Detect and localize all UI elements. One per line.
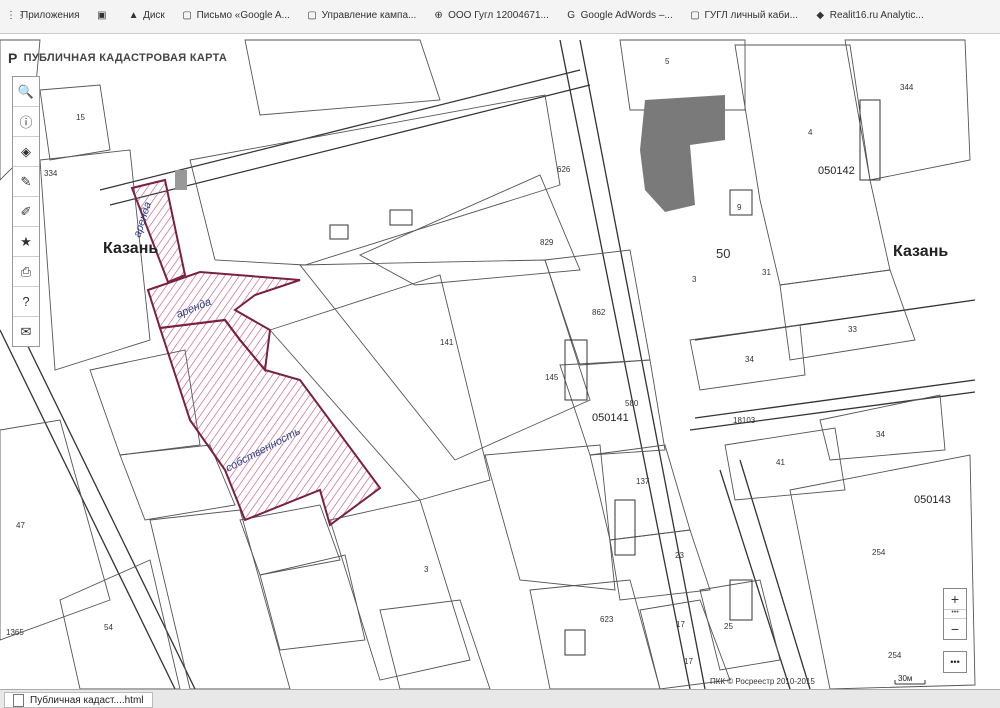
- parcel-label: 254: [872, 548, 886, 557]
- page-icon: ▢: [182, 10, 192, 21]
- parcel-label: 3: [424, 565, 429, 574]
- drive-icon: ▲: [128, 10, 139, 21]
- parcel-label: 47: [16, 521, 25, 530]
- zoom-control: + ••• −: [943, 588, 967, 640]
- bookmark-campaign[interactable]: ▢ Управление кампа...: [307, 10, 417, 21]
- download-item[interactable]: Публичная кадаст....html: [4, 692, 153, 708]
- file-icon: [13, 693, 24, 707]
- star-icon[interactable]: ★: [13, 227, 39, 257]
- block-label: 050143: [914, 494, 951, 506]
- bookmark-label: Realit16.ru Analytic...: [829, 10, 924, 21]
- parcel-label: 1365: [6, 628, 24, 637]
- city-label-right: Казань: [893, 243, 949, 260]
- pencil-icon[interactable]: ✎: [13, 167, 39, 197]
- print-icon[interactable]: ⎙: [13, 257, 39, 287]
- page-icon: ▢: [690, 10, 700, 21]
- zoom-out-button[interactable]: −: [944, 619, 966, 639]
- copyright-credit: ПКК © Росреестр 2010-2015: [710, 677, 815, 686]
- parcel-label: 34: [745, 355, 754, 364]
- help-icon[interactable]: ?: [13, 287, 39, 317]
- parcel-label: 5: [665, 57, 670, 66]
- more-button[interactable]: •••: [943, 651, 967, 673]
- parcel-label: 4: [808, 128, 813, 137]
- parcel-label: 41: [776, 458, 785, 467]
- bookmark-disk[interactable]: ▲ Диск: [128, 10, 165, 21]
- bookmark-realit[interactable]: ◆ Realit16.ru Analytic...: [815, 10, 924, 21]
- parcel-label: 137: [636, 477, 650, 486]
- download-filename: Публичная кадаст....html: [30, 694, 144, 706]
- parcel-label: 254: [888, 651, 902, 660]
- parcel-label: 580: [625, 399, 639, 408]
- bookmark-cabinet[interactable]: ▢ ГУГЛ личный каби...: [690, 10, 798, 21]
- favicon-icon: ▣: [97, 10, 107, 21]
- parcel-label: 623: [600, 615, 614, 624]
- bookmark-favicon[interactable]: ▣: [96, 10, 111, 21]
- cadastral-map[interactable]: 15 334 626 5 344 4 50 31 3 9 829 862 141…: [0, 34, 1000, 689]
- parcel-label: 862: [592, 308, 606, 317]
- parcel-label: 33: [848, 325, 857, 334]
- parcel-label: 34: [876, 430, 885, 439]
- mail-icon[interactable]: ✉: [13, 317, 39, 346]
- map-toolbar: 🔍 ⓘ ◈ ✎ ✐ ★ ⎙ ? ✉: [12, 76, 40, 347]
- bookmark-label: ООО Гугл 12004671...: [448, 10, 549, 21]
- parcel-label: 17: [684, 657, 693, 666]
- measure-icon[interactable]: ✐: [13, 197, 39, 227]
- search-icon[interactable]: 🔍: [13, 77, 39, 107]
- parcel-label: 54: [104, 623, 113, 632]
- apps-icon: ⋮⋮: [6, 10, 26, 21]
- zoom-in-button[interactable]: +: [944, 589, 966, 609]
- globe-icon: ⊕: [434, 10, 443, 21]
- app-title: ПУБЛИЧНАЯ КАДАСТРОВАЯ КАРТА: [23, 52, 228, 64]
- parcel-label: 15: [76, 113, 85, 122]
- parcel-label: 344: [900, 83, 914, 92]
- parcel-label: 31: [762, 268, 771, 277]
- parcel-label: 334: [44, 169, 58, 178]
- info-icon[interactable]: ⓘ: [13, 107, 39, 137]
- parcel-label: 3: [692, 275, 697, 284]
- city-label-left: Казань: [103, 240, 159, 257]
- zoom-slider[interactable]: •••: [944, 609, 966, 619]
- parcel-label: 50: [716, 246, 730, 261]
- parcel-label: 626: [557, 165, 571, 174]
- bookmarks-bar: ⋮⋮ Приложения ▣ ▲ Диск ▢ Письмо «Google A..…: [0, 0, 1000, 34]
- parcel-label: 23: [675, 551, 684, 560]
- downloads-bar: Публичная кадаст....html: [0, 689, 1000, 708]
- parcel-label: 145: [545, 373, 559, 382]
- logo-icon: P: [8, 50, 18, 66]
- parcel-label: 141: [440, 338, 454, 347]
- app-brand: P ПУБЛИЧНАЯ КАДАСТРОВАЯ КАРТА: [8, 50, 227, 66]
- bookmark-label: Управление кампа...: [321, 10, 417, 21]
- bookmark-label: Письмо «Google A...: [196, 10, 290, 21]
- parcel-label: 9: [737, 203, 742, 212]
- parcel-label: 25: [724, 622, 733, 631]
- scale-label: 30м: [898, 674, 913, 683]
- page-icon: ▢: [307, 10, 317, 21]
- bookmark-apps[interactable]: ⋮⋮ Приложения: [6, 10, 80, 21]
- block-label: 050141: [592, 412, 629, 424]
- bookmark-label: ГУГЛ личный каби...: [704, 10, 798, 21]
- bookmark-adwords[interactable]: G Google AdWords –...: [566, 10, 673, 21]
- parcel-label: 829: [540, 238, 554, 247]
- bookmark-label: Приложения: [21, 10, 80, 21]
- layers-icon[interactable]: ◈: [13, 137, 39, 167]
- bookmark-label: Диск: [143, 10, 165, 21]
- bookmark-label: Google AdWords –...: [580, 10, 673, 21]
- parcel-label: 18103: [733, 416, 756, 425]
- page-icon: ◆: [816, 10, 825, 21]
- bookmark-google-ooo[interactable]: ⊕ ООО Гугл 12004671...: [433, 10, 549, 21]
- bookmark-letter[interactable]: ▢ Письмо «Google A...: [182, 10, 290, 21]
- parcel-label: 17: [676, 620, 685, 629]
- block-label: 050142: [818, 165, 855, 177]
- google-icon: G: [567, 10, 576, 21]
